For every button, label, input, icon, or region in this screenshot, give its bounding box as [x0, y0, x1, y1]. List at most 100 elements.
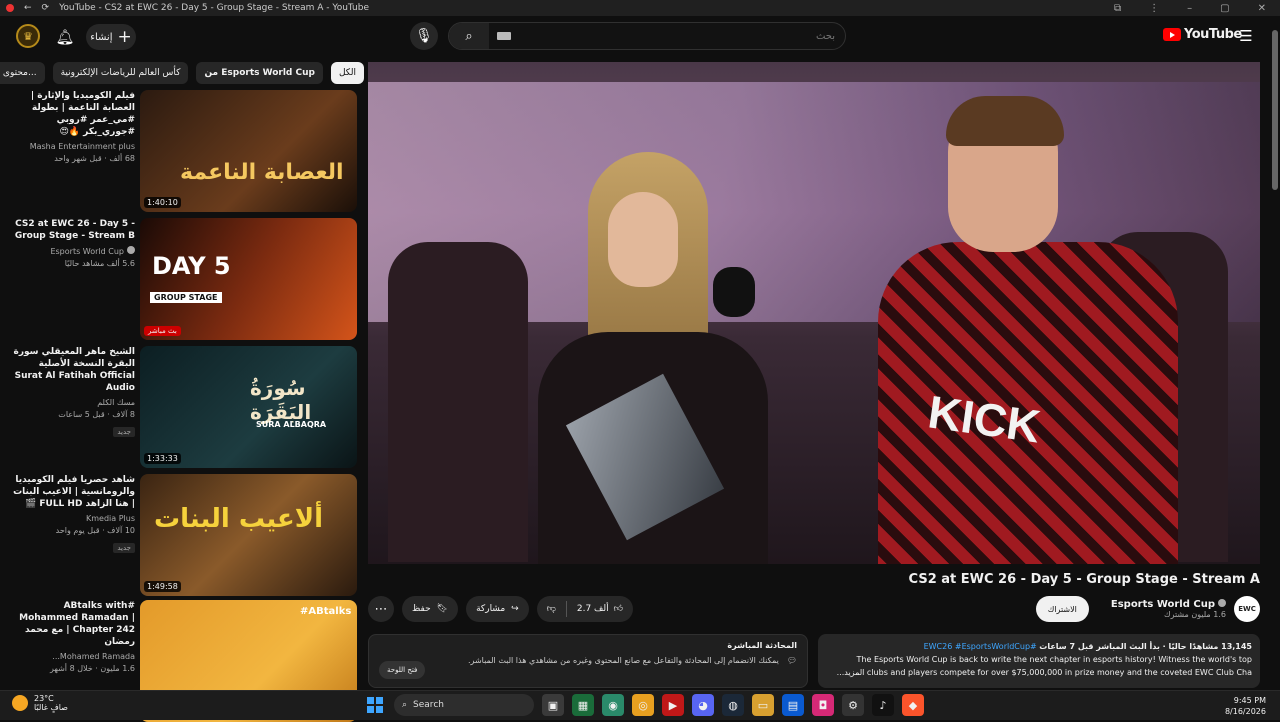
- description-line: The Esports World Cup is back to write t…: [856, 655, 1252, 664]
- keyboard-icon[interactable]: [497, 32, 511, 40]
- settings-gear-icon[interactable]: ⚙: [842, 694, 864, 716]
- youtube-logo[interactable]: YouTube: [1163, 27, 1242, 42]
- chat-icon: 💬︎: [786, 656, 797, 665]
- weather-widget[interactable]: 23°C صافٍ غالبًا: [12, 694, 68, 712]
- maximize-button[interactable]: ▢: [1220, 3, 1229, 14]
- video-player[interactable]: KICK: [368, 62, 1260, 564]
- subscribe-button[interactable]: الاشتراك: [1035, 596, 1089, 622]
- plus-icon: +: [117, 26, 132, 47]
- hamburger-menu-icon[interactable]: ☰: [1236, 24, 1256, 48]
- interviewer-figure: [498, 142, 858, 564]
- channel-name[interactable]: Masha Entertainment plus: [8, 142, 135, 151]
- search-icon: ⌕: [402, 700, 408, 710]
- youtube-app-icon[interactable]: ▶: [662, 694, 684, 716]
- chip-from-channel[interactable]: من Esports World Cup: [196, 62, 323, 84]
- live-chat-panel: المحادثة المباشرة 💬︎ يمكنك الانضمام إلى …: [368, 634, 808, 688]
- video-title[interactable]: الشيخ ماهر المعيقلي سورة البقرة النسخة ا…: [8, 346, 135, 394]
- weather-sun-icon: [12, 695, 28, 711]
- steam-icon[interactable]: ◍: [722, 694, 744, 716]
- notifications-bell-icon[interactable]: 🔔︎: [52, 24, 78, 50]
- create-label: إنشاء: [90, 31, 113, 43]
- youtube-logo-text: YouTube: [1184, 27, 1242, 42]
- chip-all[interactable]: الكل: [330, 62, 364, 84]
- chip-related[interactable]: محتوى مشا...: [0, 62, 45, 84]
- video-stats: 8 آلاف · قبل 5 ساعات: [58, 410, 135, 419]
- video-thumbnail[interactable]: ألاعيب البنات 1:49:58: [140, 474, 357, 596]
- taskbar-search-label: Search: [413, 700, 444, 710]
- video-thumbnail[interactable]: DAY 5 GROUP STAGE بث مباشر: [140, 218, 357, 340]
- thumbs-down-icon: 👎︎: [546, 604, 556, 614]
- save-button[interactable]: حفظ 🔖︎: [402, 596, 459, 622]
- windows-start-icon[interactable]: [364, 694, 386, 716]
- video-thumbnail[interactable]: سُورَةُ البَقَرَة SURA ALBAQRA 1:33:33: [140, 346, 357, 468]
- channel-name-main[interactable]: Esports World Cup: [1111, 599, 1226, 610]
- tiktok-icon[interactable]: ♪: [872, 694, 894, 716]
- video-title[interactable]: شاهد حصريا فيلم الكوميديا والرومانسية | …: [8, 474, 135, 510]
- video-actions: EWC Esports World Cup 1.6 مليون مشترك ال…: [368, 596, 1260, 626]
- description-hashtags[interactable]: #EWC26 #EsportsWorldCup: [924, 642, 1037, 651]
- system-clock[interactable]: 9:45 PM 8/16/2026: [1225, 695, 1266, 717]
- like-count: 2.7 ألف: [576, 604, 609, 614]
- live-chat-title: المحادثة المباشرة: [727, 641, 797, 650]
- channel-name[interactable]: Mohamed Ramada...: [8, 652, 135, 661]
- taskbar-search[interactable]: ⌕ Search: [394, 694, 534, 716]
- thumbnail-subtext: SURA ALBAQRA: [256, 420, 327, 429]
- chrome-icon[interactable]: ◎: [632, 694, 654, 716]
- video-description[interactable]: 13,145 مشاهدًا حاليًا · بدأ البث المباشر…: [818, 634, 1260, 688]
- extensions-icon[interactable]: ⧉: [1114, 3, 1121, 14]
- more-actions-icon[interactable]: ⋯: [368, 596, 394, 622]
- create-button[interactable]: إنشاء +: [86, 24, 136, 50]
- open-chat-button[interactable]: فتح اللوحة: [379, 661, 426, 679]
- share-label: مشاركة: [476, 604, 506, 614]
- file-explorer-icon[interactable]: ▭: [752, 694, 774, 716]
- store-app-icon[interactable]: ▦: [572, 694, 594, 716]
- refresh-icon[interactable]: ⟳: [42, 3, 50, 13]
- subscriber-count: 1.6 مليون مشترك: [1163, 610, 1226, 619]
- search-icon[interactable]: ⌕: [449, 23, 489, 49]
- share-button[interactable]: مشاركة ↪: [466, 596, 529, 622]
- show-more-link[interactable]: ...المزيد: [837, 668, 865, 677]
- app-icon[interactable]: ◉: [602, 694, 624, 716]
- list-item[interactable]: DAY 5 GROUP STAGE بث مباشر CS2 at EWC 26…: [0, 218, 362, 340]
- back-icon[interactable]: ←: [24, 3, 32, 13]
- more-icon[interactable]: ⋮: [1149, 3, 1159, 14]
- weather-description: صافٍ غالبًا: [34, 703, 68, 712]
- video-stats: 10 آلاف · قبل يوم واحد: [55, 526, 135, 535]
- account-avatar[interactable]: ♛: [16, 24, 40, 48]
- dislike-button[interactable]: 👎︎: [537, 596, 566, 622]
- brave-browser-icon[interactable]: ◆: [902, 694, 924, 716]
- save-label: حفظ: [412, 604, 431, 614]
- video-title[interactable]: #ABtalks with Mohammed Ramadan | Chapter…: [8, 600, 135, 648]
- video-title[interactable]: فيلم الكوميديا والإثارة | العصابة الناعم…: [8, 90, 135, 138]
- channel-owner: EWC Esports World Cup 1.6 مليون مشترك ال…: [1035, 596, 1260, 622]
- channel-name[interactable]: مسك الكلم: [8, 398, 135, 407]
- search-input[interactable]: [511, 30, 845, 42]
- channel-name[interactable]: Esports World Cup: [8, 246, 135, 256]
- video-title[interactable]: CS2 at EWC 26 - Day 5 - Group Stage - St…: [8, 218, 135, 242]
- voice-search-mic-icon[interactable]: 🎙︎: [410, 22, 438, 50]
- channel-avatar[interactable]: EWC: [1234, 596, 1260, 622]
- masthead: ♛ 🔔︎ إنشاء + 🎙︎ ⌕ YouTube ☰: [0, 16, 1280, 56]
- new-badge: جديد: [113, 543, 135, 553]
- app-icon[interactable]: ▤: [782, 694, 804, 716]
- video-stats: 1.6 مليون · خلال 8 أشهر: [49, 664, 135, 673]
- bookmark-icon: 🔖︎: [436, 604, 449, 614]
- list-item[interactable]: سُورَةُ البَقَرَة SURA ALBAQRA 1:33:33 ا…: [0, 346, 362, 468]
- list-item[interactable]: العصابة الناعمة 1:40:10 فيلم الكوميديا و…: [0, 90, 362, 212]
- task-view-icon[interactable]: ▣: [542, 694, 564, 716]
- page-scrollbar[interactable]: [1272, 30, 1278, 190]
- like-button[interactable]: 2.7 ألف 👍︎: [567, 596, 633, 622]
- description-line: clubs and players compete for over $75,0…: [866, 668, 1252, 677]
- chip-esports-world-cup[interactable]: كأس العالم للرياضات الإلكترونية: [52, 62, 189, 84]
- list-item[interactable]: ألاعيب البنات 1:49:58 شاهد حصريا فيلم ال…: [0, 474, 362, 596]
- close-button[interactable]: ✕: [1258, 3, 1266, 14]
- instagram-icon[interactable]: ◘: [812, 694, 834, 716]
- thumbnail-text: #ABtalks: [300, 606, 352, 617]
- youtube-play-icon: [1163, 28, 1181, 41]
- minimize-button[interactable]: –: [1187, 3, 1192, 14]
- discord-icon[interactable]: ◕: [692, 694, 714, 716]
- video-thumbnail[interactable]: العصابة الناعمة 1:40:10: [140, 90, 357, 212]
- channel-name[interactable]: Kmedia Plus: [8, 514, 135, 523]
- clock-time: 9:45 PM: [1233, 696, 1266, 705]
- player-figure: KICK: [858, 92, 1218, 564]
